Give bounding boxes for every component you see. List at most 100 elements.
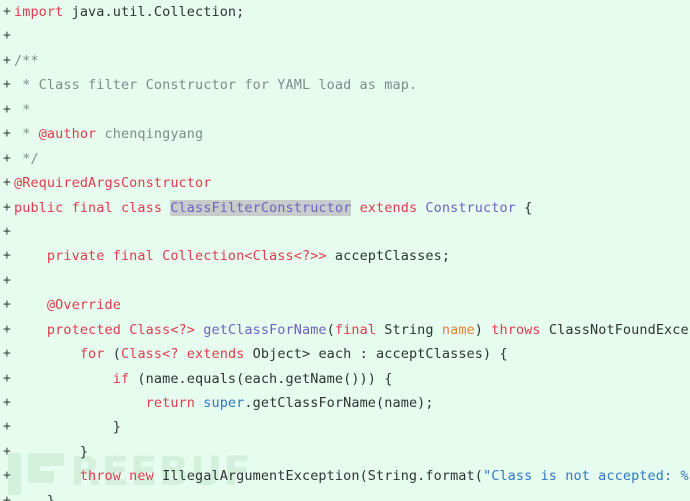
diff-added-marker: +: [3, 101, 11, 117]
code-line-content: if (name.equals(each.getName())) {: [14, 367, 393, 391]
diff-added-marker: +: [3, 272, 11, 288]
code-token: Object> each : acceptClasses) {: [244, 346, 508, 363]
code-token: Class<?>: [129, 321, 196, 338]
code-token: protected: [14, 321, 130, 338]
code-line-content: * @author chenqingyang: [14, 122, 203, 146]
diff-added-marker: +: [3, 52, 11, 68]
code-line-content: }: [14, 415, 121, 439]
code-line[interactable]: +: [0, 269, 690, 293]
code-token: final: [334, 321, 377, 338]
diff-added-marker: +: [3, 150, 11, 166]
code-token: throws: [491, 321, 541, 338]
code-token: ClassNotFoundException {: [548, 321, 690, 338]
diff-added-marker: +: [3, 28, 11, 44]
code-token: @Override: [14, 297, 121, 314]
diff-added-marker: +: [3, 468, 11, 484]
diff-added-marker: +: [3, 321, 11, 337]
code-line-content: * Class filter Constructor for YAML load…: [14, 73, 417, 97]
code-token: for: [14, 346, 105, 363]
code-token: acceptClasses;: [326, 248, 451, 265]
code-line[interactable]: + throw new IllegalArgumentException(Str…: [0, 464, 690, 488]
code-line[interactable]: + return super.getClassForName(name);: [0, 391, 690, 415]
code-token: extends: [359, 199, 418, 216]
code-line-content: for (Class<? extends Object> each : acce…: [14, 342, 508, 366]
code-line-content: *: [14, 98, 30, 122]
code-token: public final class: [14, 199, 171, 216]
code-token: }: [14, 443, 89, 460]
diff-added-marker: +: [3, 77, 11, 93]
diff-added-marker: +: [3, 297, 11, 313]
code-line[interactable]: +: [0, 24, 690, 48]
code-line[interactable]: + public final class ClassFilterConstruct…: [0, 196, 690, 220]
code-token: (: [326, 321, 335, 338]
code-line-content: public final class ClassFilterConstructo…: [14, 196, 532, 220]
code-line-content: return super.getClassForName(name);: [14, 391, 434, 415]
diff-added-marker: +: [3, 126, 11, 142]
code-line[interactable]: + protected Class<?> getClassForName(fin…: [0, 318, 690, 342]
code-token: "Class is not accepted: %s": [482, 468, 690, 485]
code-line[interactable]: + @Override: [0, 293, 690, 317]
code-token: @RequiredArgsConstructor: [14, 175, 212, 192]
code-line[interactable]: + }: [0, 415, 690, 439]
code-token: /**: [14, 52, 39, 69]
code-token: * Class filter Constructor for YAML load…: [14, 77, 418, 94]
code-line[interactable]: + * Class filter Constructor for YAML lo…: [0, 73, 690, 97]
code-token: }: [14, 419, 121, 436]
diff-added-marker: +: [3, 370, 11, 386]
code-line-content: */: [14, 147, 39, 171]
code-token: ): [474, 321, 492, 338]
code-token: .getClassForName(name);: [244, 395, 434, 411]
code-token: if: [14, 370, 130, 387]
code-line-content: }: [14, 440, 88, 464]
code-line[interactable]: + private final Collection<Class<?>> acc…: [0, 244, 690, 268]
code-token: (name.equals(each.getName())) {: [129, 370, 393, 387]
code-token: throw new: [14, 468, 154, 485]
diff-added-marker: +: [3, 4, 11, 19]
code-line[interactable]: + }: [0, 440, 690, 464]
diff-added-marker: +: [3, 443, 11, 459]
code-line[interactable]: + }: [0, 489, 690, 501]
code-token: name: [441, 321, 475, 338]
code-line-content: throw new IllegalArgumentException(Strin…: [14, 464, 690, 488]
diff-added-marker: +: [3, 419, 11, 435]
code-token: *: [14, 126, 39, 143]
code-line[interactable]: + * @author chenqingyang: [0, 122, 690, 146]
code-token: {: [515, 199, 533, 216]
diff-added-marker: +: [3, 492, 11, 501]
code-line[interactable]: +: [0, 220, 690, 244]
code-token: Class<? extends: [120, 346, 245, 363]
selected-identifier[interactable]: ClassFilterConstructor: [170, 199, 352, 216]
code-token: getClassForName: [203, 321, 327, 338]
code-diff-screenshot: REEBUF + import java.util.Collection; + +/*…: [0, 0, 690, 501]
code-token: @author: [38, 126, 97, 143]
code-token: String: [376, 321, 442, 338]
code-line[interactable]: + for (Class<? extends Object> each : ac…: [0, 342, 690, 366]
code-line-content: import java.util.Collection;: [14, 0, 244, 24]
code-line[interactable]: + if (name.equals(each.getName())) {: [0, 367, 690, 391]
diff-added-marker: +: [3, 248, 11, 264]
diff-added-marker: +: [3, 346, 11, 362]
code-token: (: [104, 346, 121, 363]
code-line[interactable]: + @RequiredArgsConstructor: [0, 171, 690, 195]
code-token: java.util.Collection;: [63, 4, 245, 20]
code-token: *: [14, 101, 31, 118]
code-token: */: [14, 150, 39, 167]
code-line-content: protected Class<?> getClassForName(final…: [14, 318, 690, 342]
code-block[interactable]: + import java.util.Collection; + +/** + * Cl…: [0, 0, 690, 501]
code-line-content: @Override: [14, 293, 121, 317]
code-line[interactable]: + *: [0, 98, 690, 122]
code-line-content: }: [14, 489, 55, 501]
diff-added-marker: +: [3, 199, 11, 215]
code-line[interactable]: +/**: [0, 49, 690, 73]
code-line-content: @RequiredArgsConstructor: [14, 171, 211, 195]
code-line[interactable]: + import java.util.Collection;: [0, 0, 690, 24]
code-token: chenqingyang: [96, 126, 204, 143]
code-token: super: [203, 395, 245, 411]
code-token: IllegalArgumentException(String.format(: [153, 468, 483, 485]
diff-added-marker: +: [3, 223, 11, 239]
code-line[interactable]: + */: [0, 147, 690, 171]
code-line-content: /**: [14, 49, 39, 73]
